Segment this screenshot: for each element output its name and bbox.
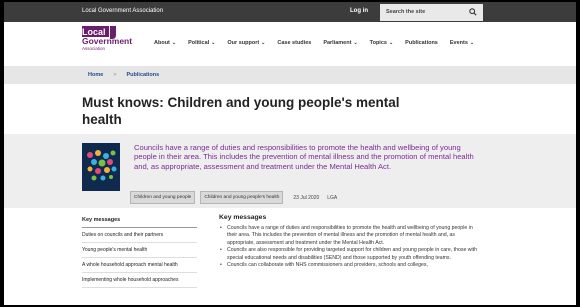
nav-item-parliament[interactable]: Parliament ⌄ [323,40,357,50]
logo-line-2: Government [82,36,133,46]
lga-logo[interactable]: Local Government Association [82,26,132,58]
nav-item-label: Topics [369,40,387,46]
nav-item-label: Case studies [277,40,312,46]
tags-row: Children and young people Children and y… [130,191,337,204]
page-frame: Local Government Association Log in Sear… [4,2,576,305]
nav-item-our-support[interactable]: Our support ⌄ [227,40,265,50]
summary-text: Councils have a range of duties and resp… [134,143,474,171]
nav-item-publications[interactable]: Publications [405,40,438,50]
chevron-down-icon: ⌄ [261,40,266,46]
logo-line-3: Association [82,46,106,51]
summary-band: Councils have a range of duties and resp… [4,134,576,208]
nav-item-label: Our support [227,40,260,46]
main-content: Key messages Councils have a range of du… [219,214,484,270]
breadcrumb-separator: > [113,72,117,78]
search-input[interactable]: Search the site [386,9,425,15]
nav-item-events[interactable]: Events ⌄ [450,40,474,50]
section-title: Key messages [219,214,267,221]
chevron-down-icon: ⌄ [353,40,358,46]
publication-cover [82,143,120,191]
chevron-down-icon: ⌄ [469,40,475,46]
nav-item-case-studies[interactable]: Case studies [277,40,311,50]
nav-item-label: Political [188,40,210,46]
search-icon[interactable] [469,8,477,16]
side-nav-item-implementing[interactable]: Implementing whole household approaches [82,273,197,288]
nav-item-topics[interactable]: Topics ⌄ [370,40,394,50]
nav-item-label: About [154,40,170,46]
org-name[interactable]: Local Government Association [82,8,163,14]
side-nav-item-young-people[interactable]: Young people's mental health [82,243,197,258]
page-title: Must knows: Children and young people's … [82,95,400,127]
top-bar: Local Government Association Log in Sear… [4,2,576,22]
main-nav: About ⌄ Political ⌄ Our support ⌄ Case studies… [154,40,486,50]
chevron-down-icon: ⌄ [171,40,177,46]
nav-item-label: Parliament [323,40,352,46]
chevron-down-icon: ⌄ [388,40,394,46]
nav-item-label: Publications [405,40,438,46]
nav-item-about[interactable]: About ⌄ [154,40,176,50]
login-link[interactable]: Log in [350,8,368,14]
publish-date: 23 Jul 2020 [293,194,320,201]
nav-item-political[interactable]: Political ⌄ [188,40,215,50]
list-item: Councils can collaborate with NHS commis… [219,262,484,270]
side-nav-item-duties[interactable]: Duties on councils and their partners [82,228,197,243]
side-nav-title[interactable]: Key messages [82,217,197,228]
list-item: Councils are also responsible for provid… [219,247,484,262]
side-nav: Key messages Duties on councils and thei… [82,217,197,288]
key-messages-list: Councils have a range of duties and resp… [219,225,484,270]
chevron-down-icon: ⌄ [211,40,216,46]
search-box[interactable]: Search the site [380,4,483,21]
publisher: LGA [327,194,338,201]
tag-children-young-people-health[interactable]: Children and young people's health [200,191,284,204]
breadcrumb-home[interactable]: Home [88,72,103,78]
side-nav-item-whole-household[interactable]: A whole household approach mental health [82,258,197,273]
cover-image-icon [82,143,120,191]
breadcrumb-current[interactable]: Publications [127,72,160,78]
tag-children-young-people[interactable]: Children and young people [130,191,196,204]
list-item: Councils have a range of duties and resp… [219,225,484,247]
nav-item-label: Events [449,40,468,46]
breadcrumb: Home > Publications [4,66,576,84]
